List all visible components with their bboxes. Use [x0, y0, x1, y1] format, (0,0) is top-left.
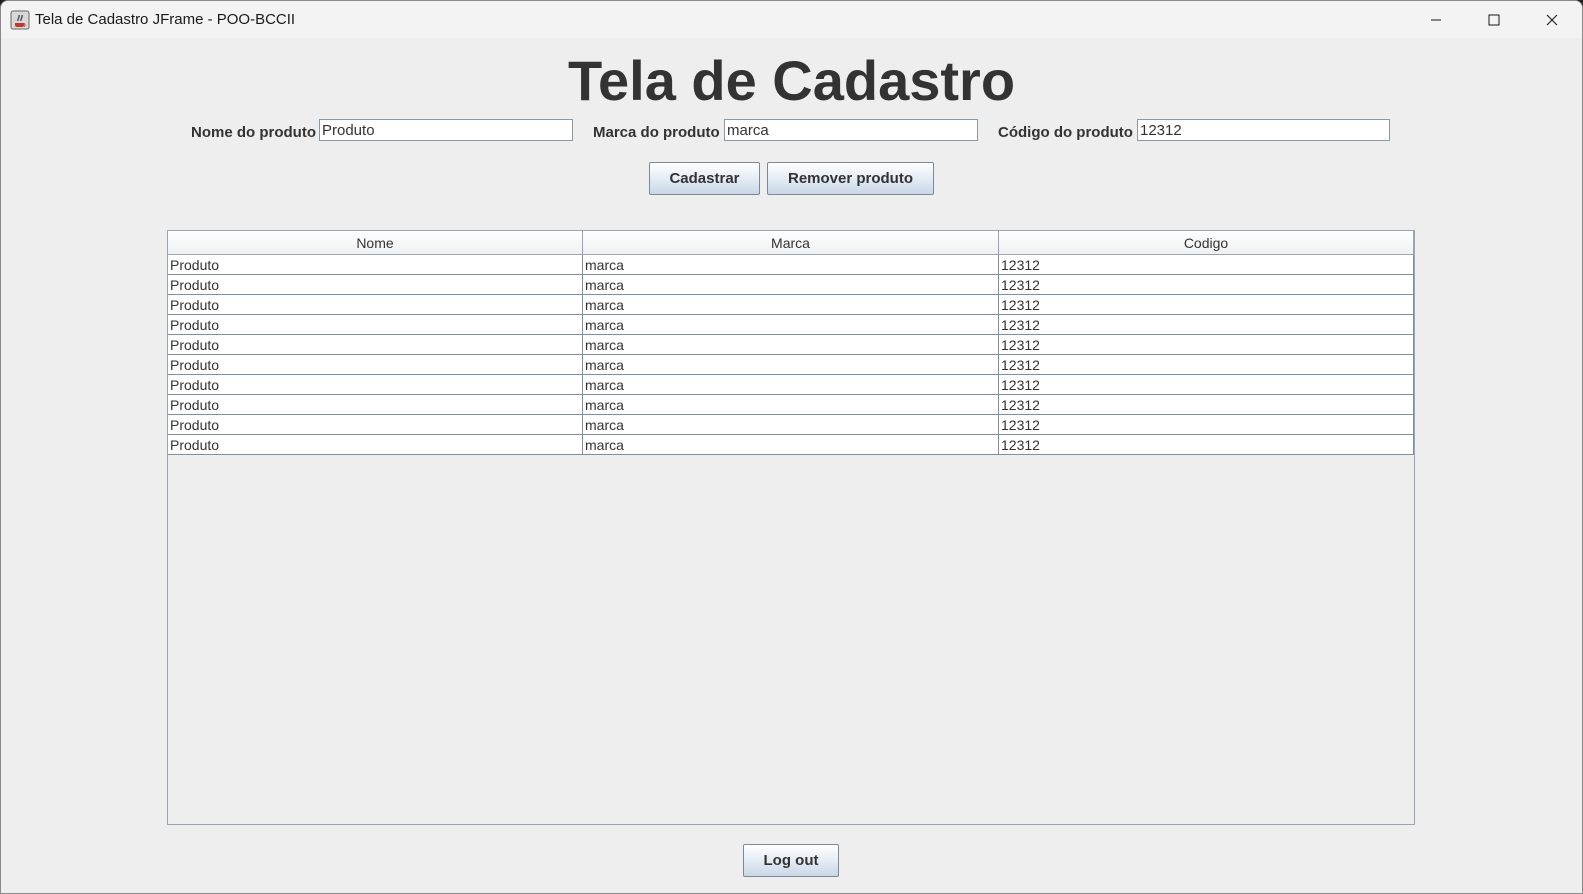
table-body: Produto marca 12312 Produto marca 12312 …	[168, 255, 1414, 455]
column-header-codigo[interactable]: Codigo	[999, 231, 1414, 255]
title-bar[interactable]: Tela de Cadastro JFrame - POO-BCCII	[1, 1, 1582, 38]
cell-marca[interactable]: marca	[583, 335, 999, 355]
table-row[interactable]: Produto marca 12312	[168, 355, 1414, 375]
remover-produto-button[interactable]: Remover produto	[767, 162, 934, 195]
table-row[interactable]: Produto marca 12312	[168, 435, 1414, 455]
cell-codigo[interactable]: 12312	[999, 315, 1414, 335]
cell-nome[interactable]: Produto	[168, 355, 583, 375]
cell-nome[interactable]: Produto	[168, 295, 583, 315]
table-row[interactable]: Produto marca 12312	[168, 255, 1414, 275]
cell-marca[interactable]: marca	[583, 435, 999, 455]
cadastrar-button[interactable]: Cadastrar	[649, 162, 760, 195]
cell-marca[interactable]: marca	[583, 255, 999, 275]
table-row[interactable]: Produto marca 12312	[168, 335, 1414, 355]
cell-nome[interactable]: Produto	[168, 275, 583, 295]
cell-nome[interactable]: Produto	[168, 395, 583, 415]
product-table-scrollpane[interactable]: Nome Marca Codigo Produto marca 12312 Pr…	[167, 230, 1415, 825]
table-row[interactable]: Produto marca 12312	[168, 315, 1414, 335]
cell-nome[interactable]: Produto	[168, 335, 583, 355]
table-row[interactable]: Produto marca 12312	[168, 395, 1414, 415]
table-row[interactable]: Produto marca 12312	[168, 295, 1414, 315]
content-pane: Tela de Cadastro Nome do produto Marca d…	[1, 38, 1582, 893]
column-header-nome[interactable]: Nome	[168, 231, 583, 255]
java-cup-icon	[10, 10, 30, 30]
marca-label: Marca do produto	[593, 124, 720, 141]
nome-input[interactable]	[319, 119, 573, 141]
page-title: Tela de Cadastro	[567, 49, 1016, 112]
cell-nome[interactable]: Produto	[168, 315, 583, 335]
cell-nome[interactable]: Produto	[168, 415, 583, 435]
table-row[interactable]: Produto marca 12312	[168, 275, 1414, 295]
cell-codigo[interactable]: 12312	[999, 255, 1414, 275]
cell-marca[interactable]: marca	[583, 315, 999, 335]
column-header-marca[interactable]: Marca	[583, 231, 999, 255]
cell-marca[interactable]: marca	[583, 395, 999, 415]
cell-codigo[interactable]: 12312	[999, 355, 1414, 375]
marca-input[interactable]	[724, 119, 978, 141]
table-row[interactable]: Produto marca 12312	[168, 415, 1414, 435]
cell-codigo[interactable]: 12312	[999, 275, 1414, 295]
cell-marca[interactable]: marca	[583, 415, 999, 435]
cell-codigo[interactable]: 12312	[999, 295, 1414, 315]
minimize-icon	[1430, 14, 1442, 26]
close-button[interactable]	[1523, 1, 1581, 38]
cell-codigo[interactable]: 12312	[999, 375, 1414, 395]
table-header: Nome Marca Codigo	[168, 231, 1414, 255]
cell-nome[interactable]: Produto	[168, 375, 583, 395]
cell-codigo[interactable]: 12312	[999, 395, 1414, 415]
cell-nome[interactable]: Produto	[168, 255, 583, 275]
cell-codigo[interactable]: 12312	[999, 435, 1414, 455]
logout-button[interactable]: Log out	[743, 844, 839, 877]
close-icon	[1546, 14, 1558, 26]
cell-nome[interactable]: Produto	[168, 435, 583, 455]
cell-marca[interactable]: marca	[583, 375, 999, 395]
maximize-button[interactable]	[1465, 1, 1523, 38]
cell-marca[interactable]: marca	[583, 295, 999, 315]
window-title: Tela de Cadastro JFrame - POO-BCCII	[35, 11, 296, 28]
minimize-button[interactable]	[1407, 1, 1465, 38]
cell-codigo[interactable]: 12312	[999, 335, 1414, 355]
table-row[interactable]: Produto marca 12312	[168, 375, 1414, 395]
cell-marca[interactable]: marca	[583, 355, 999, 375]
codigo-input[interactable]	[1137, 119, 1390, 141]
nome-label: Nome do produto	[191, 124, 316, 141]
codigo-label: Código do produto	[998, 124, 1133, 141]
app-window: Tela de Cadastro JFrame - POO-BCCII Tela…	[0, 0, 1583, 894]
cell-marca[interactable]: marca	[583, 275, 999, 295]
cell-codigo[interactable]: 12312	[999, 415, 1414, 435]
maximize-icon	[1488, 14, 1500, 26]
